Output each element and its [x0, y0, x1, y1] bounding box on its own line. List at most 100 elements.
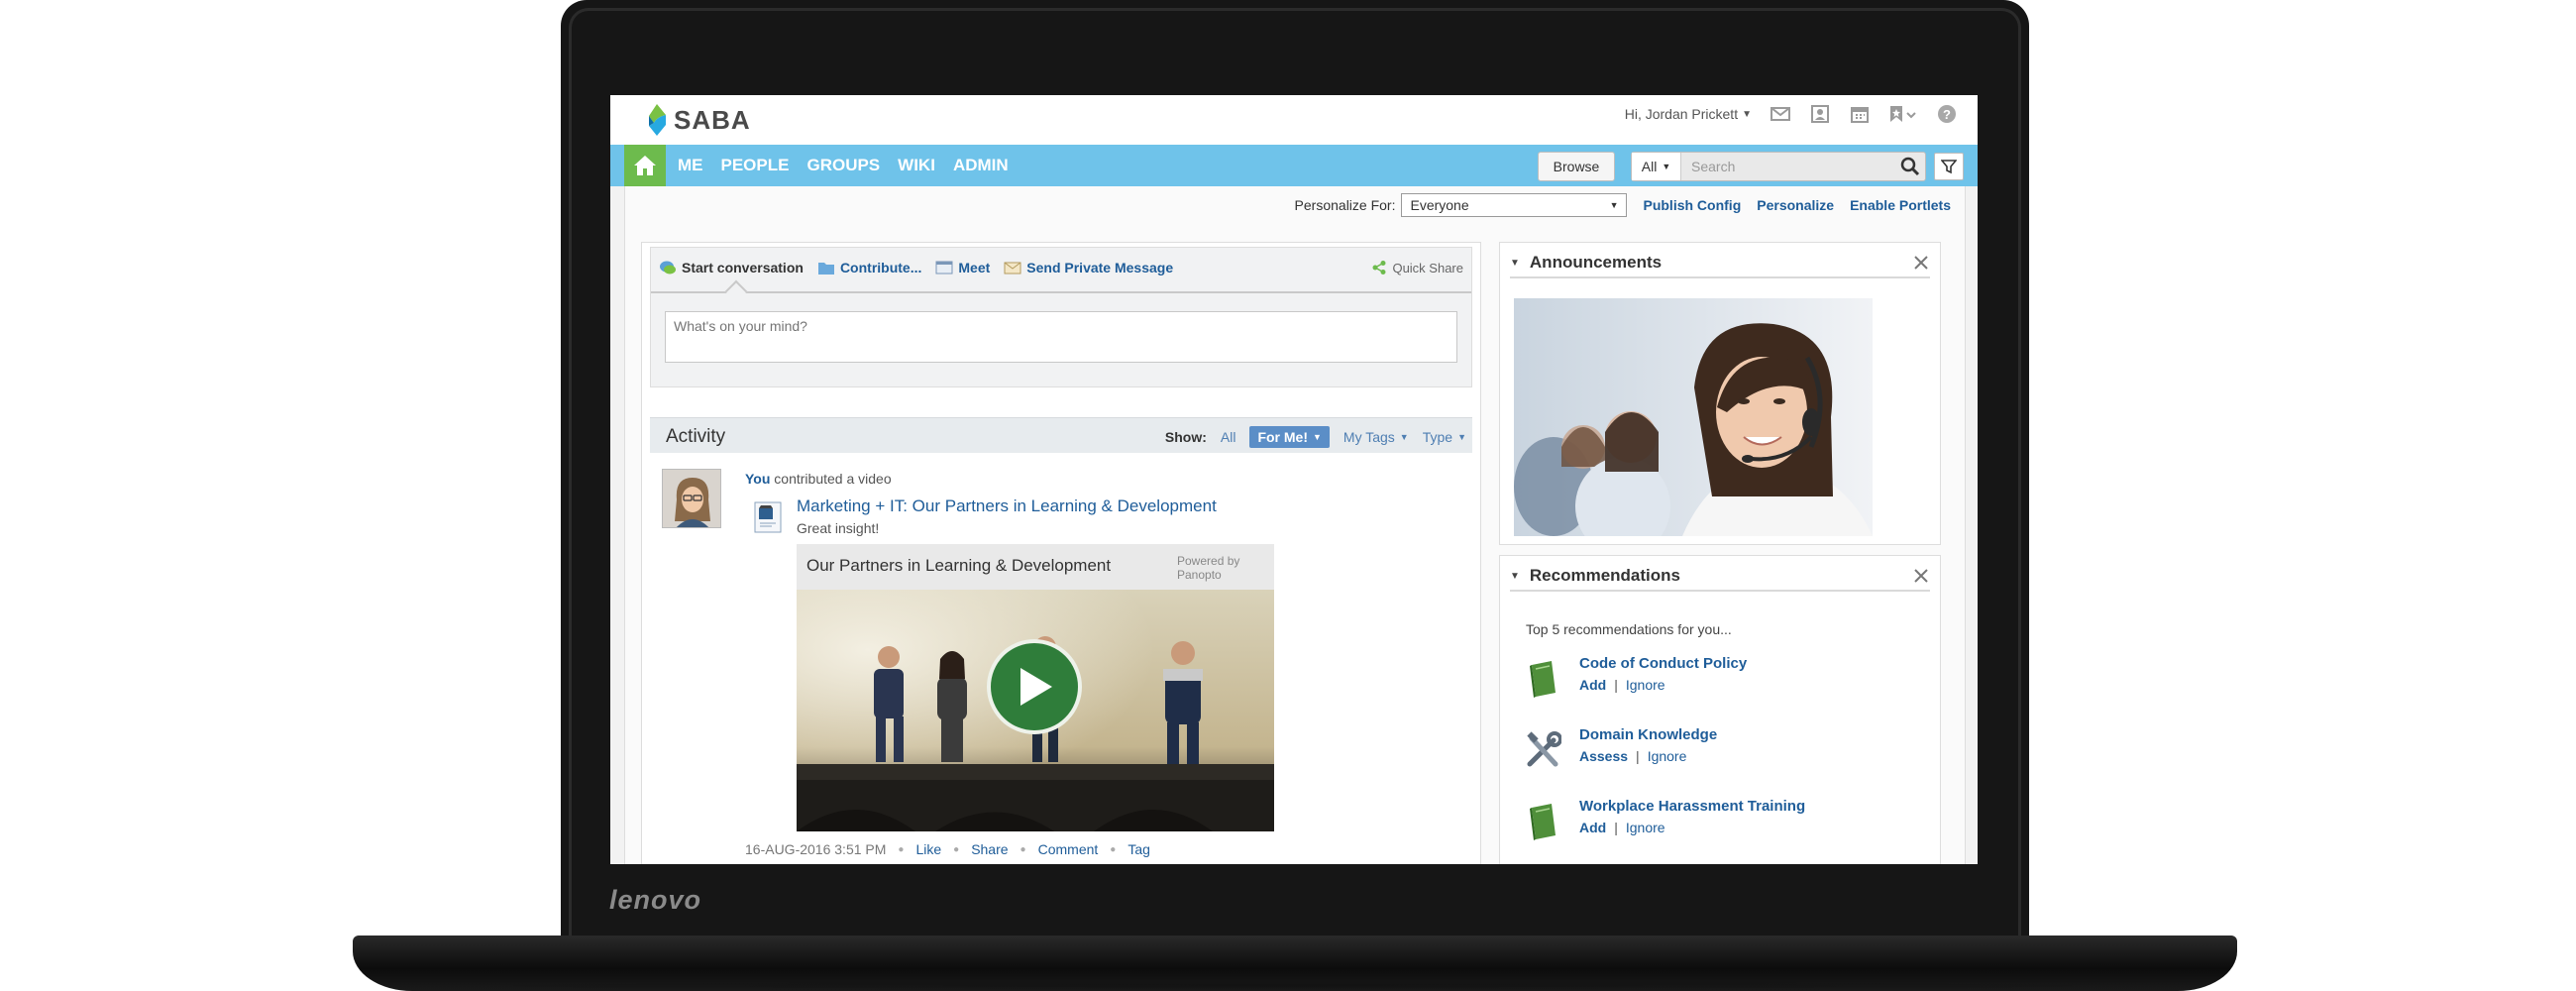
quick-share-icon: [1372, 261, 1386, 275]
filter-all[interactable]: All: [1221, 429, 1236, 445]
collapse-caret-icon[interactable]: ▼: [1510, 258, 1520, 269]
saba-logo-text: SABA: [674, 104, 751, 135]
show-label: Show:: [1164, 429, 1207, 445]
tab-contribute[interactable]: Contribute...: [817, 260, 921, 275]
separator-dot: ●: [1020, 843, 1026, 855]
search-box: All ▼: [1631, 152, 1926, 181]
announcements-title: Announcements: [1529, 253, 1663, 272]
filter-my-tags[interactable]: My Tags ▼: [1343, 429, 1409, 445]
share-link[interactable]: Share: [971, 841, 1008, 857]
tab-send-private-message[interactable]: Send Private Message: [1004, 260, 1173, 275]
enable-portlets-link[interactable]: Enable Portlets: [1850, 197, 1951, 213]
laptop-shadow: [396, 981, 2190, 991]
close-icon[interactable]: [1912, 567, 1930, 585]
avatar[interactable]: [662, 469, 721, 528]
filter-for-me[interactable]: For Me! ▼: [1249, 426, 1330, 448]
collapse-caret-icon[interactable]: ▼: [1510, 571, 1520, 582]
comment-link[interactable]: Comment: [1038, 841, 1099, 857]
nav-item-people[interactable]: PEOPLE: [721, 156, 790, 175]
ignore-link[interactable]: Ignore: [1626, 677, 1665, 693]
quick-share-label: Quick Share: [1392, 260, 1463, 275]
browse-button[interactable]: Browse: [1538, 152, 1615, 181]
tab-send-private-message-label: Send Private Message: [1026, 260, 1174, 275]
personalize-link[interactable]: Personalize: [1757, 197, 1834, 213]
video-thumbnail[interactable]: Our Partners in Learning & Development P…: [797, 544, 1274, 831]
personalize-for-label: Personalize For:: [1294, 197, 1396, 213]
powered-by-panopto: Powered by Panopto: [1177, 554, 1240, 582]
recommendation-title[interactable]: Domain Knowledge: [1579, 726, 1717, 743]
filter-icon: [1941, 160, 1957, 174]
publish-config-link[interactable]: Publish Config: [1643, 197, 1741, 213]
tab-meet-label: Meet: [958, 260, 991, 275]
nav-item-wiki[interactable]: WIKI: [898, 156, 935, 175]
recommendation-item: Workplace Harassment Training Add | Igno…: [1526, 798, 1922, 847]
personalize-for-select[interactable]: Everyone ▼: [1401, 193, 1628, 217]
user-menu[interactable]: Hi, Jordan Prickett ▼: [1625, 106, 1752, 122]
tab-start-conversation[interactable]: Start conversation: [659, 260, 804, 275]
announcement-image[interactable]: [1514, 298, 1873, 536]
tag-link[interactable]: Tag: [1127, 841, 1150, 857]
top-bar: SABA Hi, Jordan Prickett ▼ ?: [610, 95, 1978, 145]
contact-card-icon[interactable]: [1809, 103, 1831, 125]
add-link[interactable]: Add: [1579, 677, 1606, 693]
video-title: Our Partners in Learning & Development: [806, 556, 1112, 575]
bookmark-icon[interactable]: [1888, 103, 1918, 125]
like-link[interactable]: Like: [915, 841, 941, 857]
nav-item-groups[interactable]: GROUPS: [806, 156, 880, 175]
add-link[interactable]: Add: [1579, 820, 1606, 835]
chevron-down-icon: ▼: [1313, 432, 1322, 442]
saba-logo[interactable]: SABA: [646, 103, 751, 137]
separator: |: [1614, 820, 1618, 835]
tools-icon: [1527, 731, 1561, 767]
help-icon[interactable]: ?: [1936, 103, 1958, 125]
book-icon: [1530, 804, 1556, 840]
play-button[interactable]: [987, 639, 1082, 734]
nav-item-admin[interactable]: ADMIN: [953, 156, 1009, 175]
search-icon[interactable]: [1895, 153, 1925, 180]
close-icon[interactable]: [1912, 254, 1930, 272]
activity-header: Activity Show: All For Me! ▼ My Tags ▼ T…: [650, 417, 1472, 453]
activity-feed-item: You contributed a video Marketing + IT: …: [650, 459, 1472, 864]
whats-on-your-mind-input[interactable]: [665, 311, 1457, 363]
recommendation-title[interactable]: Code of Conduct Policy: [1579, 655, 1747, 672]
share-tabs-divider: [651, 291, 1471, 293]
search-scope-select[interactable]: All ▼: [1632, 153, 1681, 180]
video-title-bar: Our Partners in Learning & Development P…: [797, 544, 1274, 590]
recommendations-header: ▼ Recommendations: [1510, 562, 1930, 592]
personalize-bar: Personalize For: Everyone ▼ Publish Conf…: [625, 186, 1967, 224]
saba-app: SABA Hi, Jordan Prickett ▼ ? ME PEOPLE G…: [610, 95, 1978, 864]
feed-actor[interactable]: You: [745, 471, 770, 487]
separator: |: [1636, 748, 1640, 764]
ignore-link[interactable]: Ignore: [1648, 748, 1687, 764]
recommendations-portlet: ▼ Recommendations Top 5 recommendations …: [1499, 555, 1941, 864]
recommendation-title[interactable]: Workplace Harassment Training: [1579, 798, 1805, 815]
video-document-icon: [754, 501, 782, 533]
filter-type[interactable]: Type ▼: [1423, 429, 1466, 445]
home-button[interactable]: [624, 145, 666, 186]
activity-filters: Show: All For Me! ▼ My Tags ▼ Type ▼: [1165, 425, 1466, 449]
recommendation-actions: Assess | Ignore: [1579, 748, 1686, 764]
assess-link[interactable]: Assess: [1579, 748, 1628, 764]
filter-button[interactable]: [1934, 153, 1964, 180]
play-icon: [1020, 668, 1052, 706]
laptop-screen: SABA Hi, Jordan Prickett ▼ ? ME PEOPLE G…: [610, 95, 1978, 864]
feed-actions: 16-AUG-2016 3:51 PM ● Like ● Share ● Com…: [745, 841, 1150, 857]
chevron-down-icon: ▼: [1457, 432, 1466, 442]
svg-text:?: ?: [1943, 107, 1951, 122]
recommendation-item: Code of Conduct Policy Add | Ignore: [1526, 655, 1922, 705]
tab-meet[interactable]: Meet: [935, 260, 990, 275]
recommendations-intro: Top 5 recommendations for you...: [1526, 621, 1732, 637]
search-input[interactable]: [1681, 153, 1895, 180]
page-content: Personalize For: Everyone ▼ Publish Conf…: [624, 186, 1966, 864]
nav-items: ME PEOPLE GROUPS WIKI ADMIN: [678, 145, 1009, 186]
share-tabs: Start conversation Contribute... Meet Se…: [651, 248, 1473, 287]
quick-share-button[interactable]: Quick Share: [1371, 260, 1463, 275]
user-menu-caret-icon: ▼: [1742, 108, 1752, 120]
ignore-link[interactable]: Ignore: [1626, 820, 1665, 835]
calendar-icon[interactable]: [1849, 103, 1871, 125]
nav-item-me[interactable]: ME: [678, 156, 703, 175]
feed-item-title[interactable]: Marketing + IT: Our Partners in Learning…: [797, 496, 1217, 516]
saba-logo-icon: [649, 104, 666, 136]
mail-icon[interactable]: [1770, 103, 1791, 125]
book-icon: [1530, 661, 1556, 698]
